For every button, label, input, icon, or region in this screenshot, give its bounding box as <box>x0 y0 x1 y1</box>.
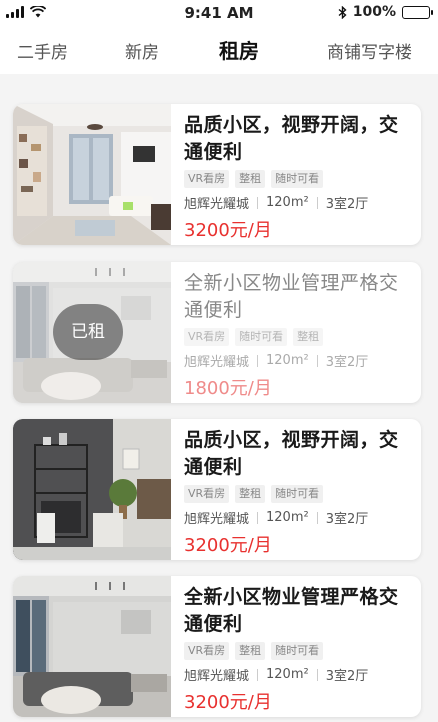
listing-title: 品质小区，视野开阔，交通便利 <box>184 114 399 163</box>
listing-title: 品质小区，视野开阔，交通便利 <box>184 429 399 478</box>
listing-price: 3200元/月 <box>184 535 272 556</box>
listing-community: 旭辉光耀城 <box>184 669 250 684</box>
listing-area: 120m² <box>266 510 309 525</box>
status-bar: 9:41 AM 100% <box>0 0 438 26</box>
listing-info: 全新小区物业管理严格交通便利 VR看房 整租 随时可看 旭辉光耀城 120m² … <box>184 584 414 714</box>
listing-card[interactable]: 品质小区，视野开阔，交通便利 VR看房 整租 随时可看 旭辉光耀城 120m² … <box>13 419 421 560</box>
listing-card[interactable]: 品质小区，视野开阔，交通便利 VR看房 整租 随时可看 旭辉光耀城 120m² … <box>13 104 421 245</box>
tag-viewable: 随时可看 <box>271 642 324 660</box>
battery-percent: 100% <box>352 4 396 20</box>
listing-area: 120m² <box>266 667 309 682</box>
listing-title: 全新小区物业管理严格交通便利 <box>184 272 399 321</box>
listing-meta: 旭辉光耀城 120m² 3室2厅 <box>184 351 414 370</box>
listing-price: 1800元/月 <box>184 378 272 399</box>
listing-photo <box>13 104 171 245</box>
listing-layout: 3室2厅 <box>325 669 369 684</box>
listing-tags: VR看房 整租 随时可看 <box>184 642 414 660</box>
listing-meta: 旭辉光耀城 120m² 3室2厅 <box>184 665 414 684</box>
listing-photo <box>13 576 171 717</box>
listing-price: 3200元/月 <box>184 220 272 241</box>
listing-title: 全新小区物业管理严格交通便利 <box>184 586 399 635</box>
listing-photo: 已租 <box>13 262 171 403</box>
listing-area: 120m² <box>266 353 309 368</box>
category-tabs: 二手房 新房 租房 商铺写字楼 <box>0 26 438 74</box>
listing-tags: VR看房 整租 随时可看 <box>184 485 414 503</box>
listing-area: 120m² <box>266 195 309 210</box>
tab-new-house[interactable]: 新房 <box>125 38 159 63</box>
tag-viewable: 随时可看 <box>271 485 324 503</box>
listing-info: 品质小区，视野开阔，交通便利 VR看房 整租 随时可看 旭辉光耀城 120m² … <box>184 112 414 242</box>
tag-whole-rent: 整租 <box>235 485 266 503</box>
listing-layout: 3室2厅 <box>325 512 369 527</box>
tag-vr: VR看房 <box>184 485 230 503</box>
listing-meta: 旭辉光耀城 120m² 3室2厅 <box>184 508 414 527</box>
tag-whole-rent: 整租 <box>293 328 324 346</box>
listing-card[interactable]: 已租 全新小区物业管理严格交通便利 VR看房 随时可看 整租 旭辉光耀城 120… <box>13 262 421 403</box>
listing-community: 旭辉光耀城 <box>184 355 250 370</box>
tag-vr: VR看房 <box>184 170 230 188</box>
listing-info: 全新小区物业管理严格交通便利 VR看房 随时可看 整租 旭辉光耀城 120m² … <box>184 270 414 400</box>
tag-whole-rent: 整租 <box>235 170 266 188</box>
tab-rent[interactable]: 租房 <box>219 35 259 64</box>
listing-tags: VR看房 随时可看 整租 <box>184 328 414 346</box>
listing-community: 旭辉光耀城 <box>184 197 250 212</box>
listing-meta: 旭辉光耀城 120m² 3室2厅 <box>184 193 414 212</box>
status-right: 100% <box>338 4 433 20</box>
tag-whole-rent: 整租 <box>235 642 266 660</box>
listing-info: 品质小区，视野开阔，交通便利 VR看房 整租 随时可看 旭辉光耀城 120m² … <box>184 427 414 557</box>
tag-viewable: 随时可看 <box>271 170 324 188</box>
listing-tags: VR看房 整租 随时可看 <box>184 170 414 188</box>
tag-vr: VR看房 <box>184 642 230 660</box>
listing-layout: 3室2厅 <box>325 197 369 212</box>
listing-community: 旭辉光耀城 <box>184 512 250 527</box>
listing-layout: 3室2厅 <box>325 355 369 370</box>
tab-commercial[interactable]: 商铺写字楼 <box>327 38 412 63</box>
listing-price: 3200元/月 <box>184 692 272 713</box>
tag-vr: VR看房 <box>184 328 230 346</box>
tab-second-hand[interactable]: 二手房 <box>17 38 68 63</box>
bluetooth-icon <box>338 5 347 19</box>
rented-badge: 已租 <box>53 304 123 360</box>
listing-card[interactable]: 全新小区物业管理严格交通便利 VR看房 整租 随时可看 旭辉光耀城 120m² … <box>13 576 421 717</box>
listing-photo <box>13 419 171 560</box>
battery-icon <box>402 5 433 19</box>
tag-viewable: 随时可看 <box>235 328 288 346</box>
